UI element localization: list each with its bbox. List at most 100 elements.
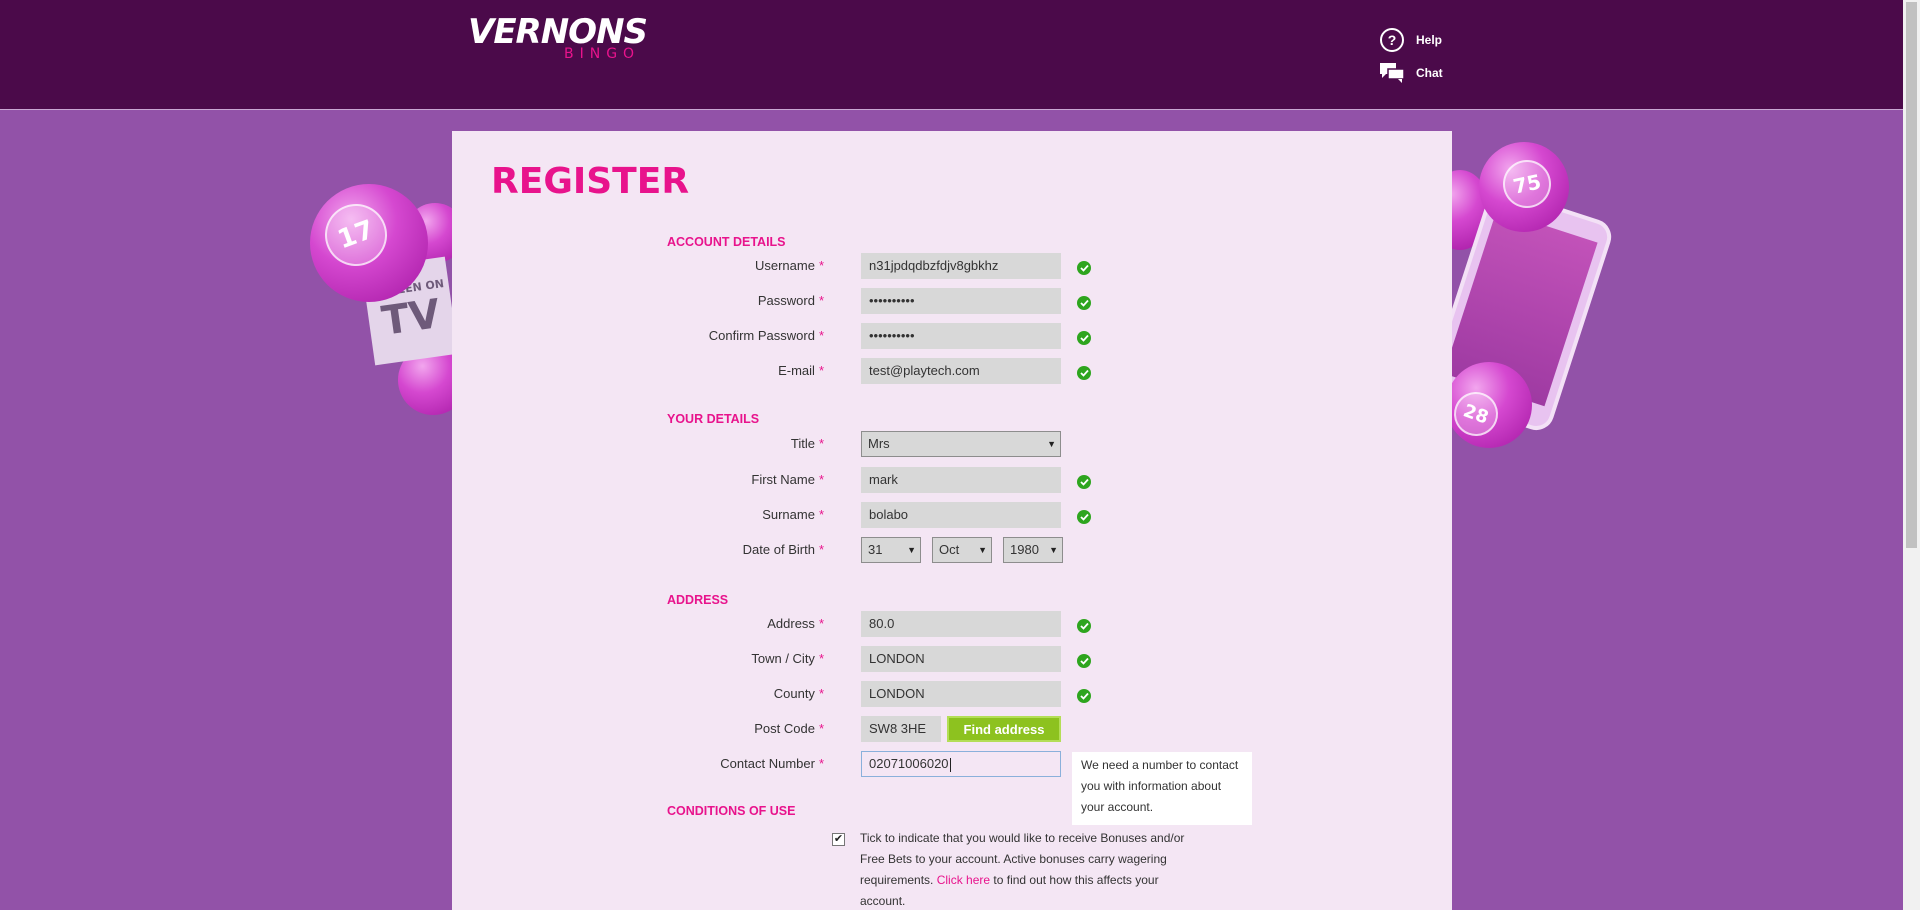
valid-check-icon (1077, 261, 1091, 275)
title-select[interactable]: Mrs ▼ (861, 431, 1061, 457)
dob-month-value: Oct (939, 542, 960, 557)
required-marker: * (818, 507, 824, 522)
required-marker: * (818, 258, 824, 273)
bonus-opt-in-text: Tick to indicate that you would like to … (860, 828, 1190, 910)
text-cursor (949, 757, 951, 772)
ball-number-28: 28 (1447, 385, 1505, 443)
email-label: E-mail * (778, 363, 824, 378)
dob-year-select[interactable]: 1980 ▼ (1003, 537, 1063, 563)
dob-day-select[interactable]: 31 ▼ (861, 537, 921, 563)
chat-link[interactable]: Chat (1380, 63, 1443, 83)
dob-label: Date of Birth * (743, 542, 824, 557)
email-row: E-mail * test@playtech.com (452, 358, 1452, 384)
address-label-text: Address (767, 616, 815, 631)
required-marker: * (818, 293, 824, 308)
required-marker: * (818, 721, 824, 736)
title-row: Title * Mrs ▼ (452, 431, 1452, 457)
username-input[interactable]: n31jpdqdbzfdjv8gbkhz (861, 253, 1061, 279)
email-input[interactable]: test@playtech.com (861, 358, 1061, 384)
bonus-click-here-link[interactable]: Click here (937, 873, 990, 887)
valid-check-icon (1077, 366, 1091, 380)
valid-check-icon (1077, 654, 1091, 668)
first-name-label: First Name * (751, 472, 824, 487)
postcode-input[interactable]: SW8 3HE (861, 716, 941, 742)
valid-check-icon (1077, 475, 1091, 489)
scrollbar-thumb[interactable] (1906, 2, 1917, 548)
chat-label: Chat (1416, 66, 1443, 80)
required-marker: * (818, 616, 824, 631)
dob-month-select[interactable]: Oct ▼ (932, 537, 992, 563)
postcode-row: Post Code * SW8 3HE Find address (452, 716, 1452, 742)
contact-number-input[interactable]: 02071006020 (861, 751, 1061, 777)
email-label-text: E-mail (778, 363, 815, 378)
surname-label: Surname * (762, 507, 824, 522)
surname-input[interactable]: bolabo (861, 502, 1061, 528)
dropdown-arrow-icon: ▼ (1047, 439, 1056, 449)
find-address-button[interactable]: Find address (947, 716, 1061, 742)
password-label-text: Password (757, 293, 815, 308)
contact-number-label: Contact Number * (720, 756, 824, 771)
ball-number-75: 75 (1498, 155, 1556, 213)
bonus-opt-in-checkbox[interactable]: ✔ (832, 833, 845, 846)
section-your-details: YOUR DETAILS (667, 412, 760, 426)
address-label: Address * (767, 616, 824, 631)
town-label-text: Town / City (751, 651, 815, 666)
county-label: County * (774, 686, 824, 701)
required-marker: * (818, 436, 824, 451)
town-label: Town / City * (751, 651, 824, 666)
logo-subtitle: BINGO (564, 46, 641, 62)
username-label-text: Username (754, 258, 815, 273)
dob-year-value: 1980 (1010, 542, 1039, 557)
first-name-label-text: First Name (751, 472, 815, 487)
valid-check-icon (1077, 331, 1091, 345)
help-link[interactable]: ? Help (1380, 28, 1442, 52)
valid-check-icon (1077, 689, 1091, 703)
page-scrollbar[interactable] (1903, 0, 1920, 910)
surname-label-text: Surname (762, 507, 815, 522)
contact-number-tooltip: We need a number to contact you with inf… (1072, 752, 1252, 825)
required-marker: * (818, 651, 824, 666)
dob-label-text: Date of Birth (742, 542, 815, 557)
postcode-label-text: Post Code (754, 721, 815, 736)
required-marker: * (818, 472, 824, 487)
contact-number-row: Contact Number * 02071006020 (452, 751, 1452, 777)
surname-row: Surname * bolabo (452, 502, 1452, 528)
vernons-bingo-logo[interactable]: VERNONS BINGO (468, 12, 653, 64)
password-row: Password * •••••••••• (452, 288, 1452, 314)
county-input[interactable]: LONDON (861, 681, 1061, 707)
dropdown-arrow-icon: ▼ (978, 545, 987, 555)
required-marker: * (818, 542, 824, 557)
address-input[interactable]: 80.0 (861, 611, 1061, 637)
confirm-password-label: Confirm Password * (709, 328, 824, 343)
valid-check-icon (1077, 619, 1091, 633)
bingo-ball-17: 17 (310, 184, 428, 302)
town-row: Town / City * LONDON (452, 646, 1452, 672)
top-header: VERNONS BINGO ? Help Chat (0, 0, 1903, 110)
title-label: Title * (791, 436, 824, 451)
confirm-password-row: Confirm Password * •••••••••• (452, 323, 1452, 349)
contact-number-value: 02071006020 (869, 756, 949, 771)
bingo-ball-75: 75 (1479, 142, 1569, 232)
confirm-password-label-text: Confirm Password (708, 328, 815, 343)
postcode-label: Post Code * (754, 721, 824, 736)
title-selected-value: Mrs (868, 436, 890, 451)
required-marker: * (818, 686, 824, 701)
date-of-birth-row: Date of Birth * 31 ▼ Oct ▼ 1980 ▼ (452, 537, 1452, 563)
town-input[interactable]: LONDON (861, 646, 1061, 672)
chat-bubbles-icon (1380, 63, 1404, 83)
password-input[interactable]: •••••••••• (861, 288, 1061, 314)
username-label: Username * (755, 258, 824, 273)
first-name-input[interactable]: mark (861, 467, 1061, 493)
title-label-text: Title (790, 436, 815, 451)
valid-check-icon (1077, 510, 1091, 524)
dropdown-arrow-icon: ▼ (1049, 545, 1058, 555)
county-row: County * LONDON (452, 681, 1452, 707)
valid-check-icon (1077, 296, 1091, 310)
dob-day-value: 31 (868, 542, 883, 557)
section-conditions-of-use: CONDITIONS OF USE (667, 804, 796, 818)
contact-number-label-text: Contact Number (720, 756, 815, 771)
dropdown-arrow-icon: ▼ (907, 545, 916, 555)
section-address: ADDRESS (667, 593, 729, 607)
confirm-password-input[interactable]: •••••••••• (861, 323, 1061, 349)
password-label: Password * (758, 293, 824, 308)
